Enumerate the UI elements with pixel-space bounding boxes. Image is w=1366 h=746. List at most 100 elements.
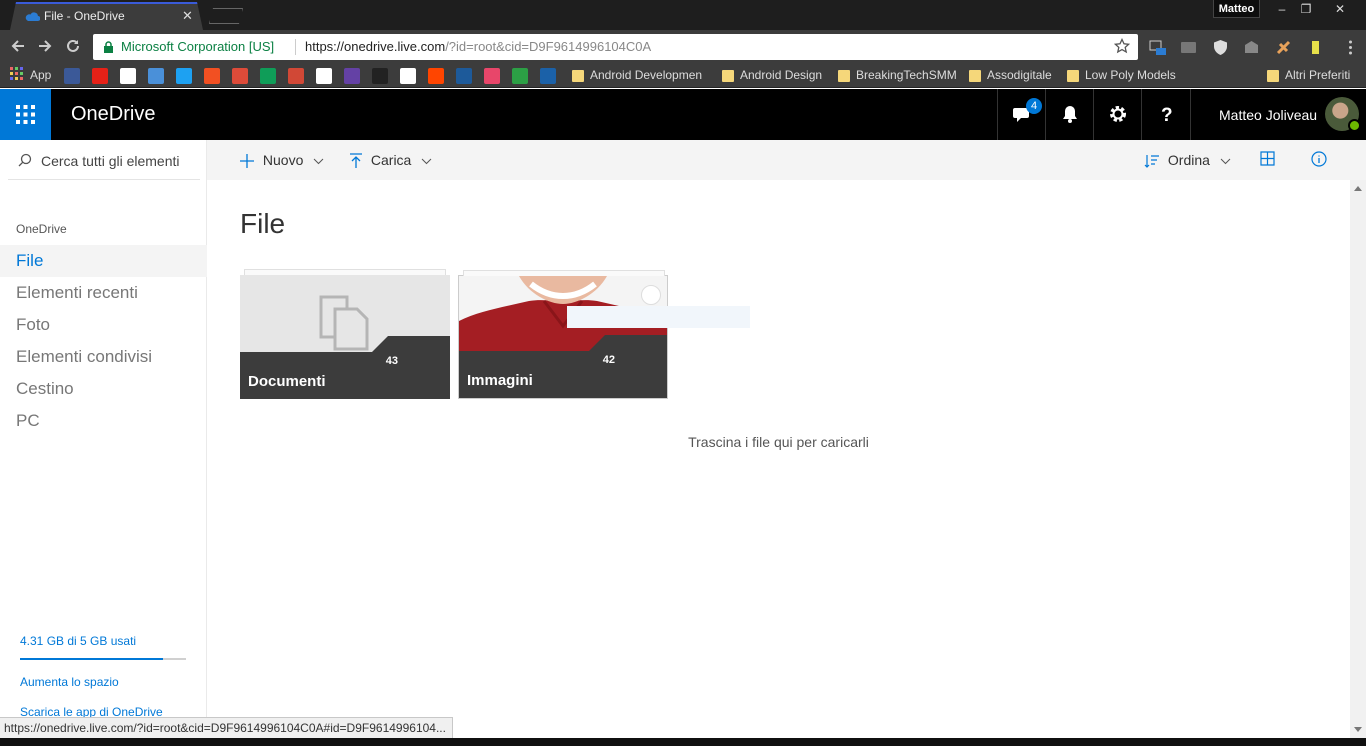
waffle-icon <box>16 105 35 124</box>
nav-item-photos[interactable]: Foto <box>0 309 207 341</box>
chat-button[interactable]: 4 <box>997 89 1045 140</box>
news-icon[interactable] <box>400 68 416 84</box>
bookmark-folder[interactable]: BreakingTechSMM <box>836 68 957 84</box>
extension-battery-icon[interactable] <box>1307 39 1324 56</box>
close-window-button[interactable]: ✕ <box>1328 0 1352 18</box>
gear-icon <box>1110 106 1126 122</box>
sort-button[interactable]: Ordina <box>1144 140 1231 180</box>
bookmark-folder[interactable]: Low Poly Models <box>1065 68 1176 84</box>
storage-quota-fill <box>20 658 164 660</box>
drive-icon[interactable] <box>260 68 276 84</box>
url-path: /?id=root&cid=D9F9614996104C0A <box>445 39 652 54</box>
new-tab-button[interactable] <box>209 8 243 24</box>
extension-screen-icon[interactable] <box>1180 39 1197 56</box>
extension-shield-icon[interactable] <box>1212 39 1229 56</box>
apps-label[interactable]: App <box>30 68 51 82</box>
youtube-icon[interactable] <box>92 68 108 84</box>
chevron-down-icon <box>313 158 324 165</box>
address-divider <box>295 39 296 55</box>
tab-title: File - OneDrive <box>44 9 125 23</box>
profile-button[interactable]: Matteo <box>1213 0 1260 18</box>
suite-header: OneDrive 4 ? Matteo Joliveau <box>0 89 1366 140</box>
wikipedia-icon[interactable] <box>316 68 332 84</box>
folder-tile-images[interactable]: 42 Immagini <box>458 270 668 399</box>
info-icon[interactable] <box>1311 151 1327 167</box>
amazon-icon[interactable] <box>120 68 136 84</box>
bookmark-folder[interactable]: Android Developmen <box>570 68 702 84</box>
tab-close-icon[interactable]: ✕ <box>182 8 193 24</box>
help-button[interactable]: ? <box>1141 89 1189 140</box>
px-icon[interactable] <box>512 68 528 84</box>
extension-mail-icon[interactable] <box>1243 39 1260 56</box>
shield-bookmark-icon[interactable] <box>540 68 556 84</box>
os-taskbar <box>0 738 1366 746</box>
forward-arrow-icon[interactable] <box>37 38 53 54</box>
search-icon <box>18 153 32 167</box>
increase-storage-link[interactable]: Aumenta lo spazio <box>20 675 119 689</box>
onedrive-cloud-icon <box>24 10 40 22</box>
nav-item-recycle-bin[interactable]: Cestino <box>0 373 207 405</box>
folder-tile-documents[interactable]: 43 Documenti <box>240 269 450 399</box>
upload-button[interactable]: Carica <box>349 140 432 180</box>
plus-icon <box>240 154 254 169</box>
storage-quota-bar <box>20 658 186 660</box>
l-icon[interactable] <box>372 68 388 84</box>
extension-off-icon[interactable] <box>1149 39 1166 56</box>
left-navigation: Cerca tutti gli elementi OneDrive File E… <box>0 140 207 746</box>
browser-toolbar: Microsoft Corporation [US] https://onedr… <box>0 30 1366 64</box>
select-checkbox[interactable] <box>641 285 661 305</box>
chrome-menu-icon[interactable] <box>1342 39 1359 56</box>
bookmark-star-icon[interactable] <box>1114 38 1130 54</box>
apps-grid-icon[interactable] <box>10 67 24 81</box>
search-placeholder: Cerca tutti gli elementi <box>41 153 180 169</box>
extension-tool-icon[interactable] <box>1275 39 1292 56</box>
item-count: 43 <box>385 355 398 367</box>
notifications-button[interactable] <box>1045 89 1093 140</box>
gmail-icon[interactable] <box>288 68 304 84</box>
bookmark-folder[interactable]: Android Design <box>720 68 822 84</box>
lock-icon <box>103 41 114 53</box>
storage-quota-text[interactable]: 4.31 GB di 5 GB usati <box>20 634 136 648</box>
nav-item-file[interactable]: File <box>0 245 207 277</box>
user-name: Matteo Joliveau <box>1219 107 1318 123</box>
minimize-button[interactable]: – <box>1270 0 1294 18</box>
browser-tab[interactable]: File - OneDrive ✕ <box>10 2 203 30</box>
documents-icon <box>319 295 369 351</box>
bookmark-folder[interactable]: Assodigitale <box>967 68 1052 84</box>
search-box[interactable]: Cerca tutti gli elementi <box>8 140 200 180</box>
app-launcher-button[interactable] <box>0 89 51 140</box>
microsoft-icon[interactable] <box>204 68 220 84</box>
scroll-up-arrow[interactable] <box>1354 186 1362 191</box>
vertical-scrollbar[interactable] <box>1350 180 1366 738</box>
back-arrow-icon[interactable] <box>10 38 26 54</box>
google-plus-icon[interactable] <box>232 68 248 84</box>
twitter-icon[interactable] <box>176 68 192 84</box>
app-icon[interactable] <box>484 68 500 84</box>
restore-button[interactable]: ❐ <box>1294 0 1318 18</box>
nav-item-recent[interactable]: Elementi recenti <box>0 277 207 309</box>
view-grid-icon[interactable] <box>1260 151 1275 166</box>
new-button[interactable]: Nuovo <box>239 140 324 180</box>
chevron-down-icon <box>1220 158 1231 165</box>
brand-title[interactable]: OneDrive <box>71 103 155 126</box>
command-bar: Nuovo Carica Ordina <box>207 140 1366 180</box>
nav-item-shared[interactable]: Elementi condivisi <box>0 341 207 373</box>
url-text: https://onedrive.live.com/?id=root&cid=D… <box>305 39 651 54</box>
reload-icon[interactable] <box>65 38 81 54</box>
scroll-down-arrow[interactable] <box>1354 727 1362 732</box>
sort-label: Ordina <box>1167 152 1210 168</box>
upload-icon <box>350 153 362 169</box>
user-menu[interactable]: Matteo Joliveau <box>1190 89 1366 140</box>
reddit-icon[interactable] <box>428 68 444 84</box>
twitch-icon[interactable] <box>344 68 360 84</box>
mail-check-icon[interactable] <box>148 68 164 84</box>
main-content: File 43 Documenti 42 Immagini Trascina i… <box>207 180 1350 738</box>
svg-text:?: ? <box>1161 105 1173 124</box>
unreal-icon[interactable] <box>456 68 472 84</box>
other-bookmarks-folder[interactable]: Altri Preferiti <box>1265 68 1350 84</box>
facebook-icon[interactable] <box>64 68 80 84</box>
settings-button[interactable] <box>1093 89 1141 140</box>
nav-item-pc[interactable]: PC <box>0 405 207 437</box>
address-bar[interactable]: Microsoft Corporation [US] https://onedr… <box>93 34 1138 60</box>
nav-heading: OneDrive <box>16 222 67 236</box>
